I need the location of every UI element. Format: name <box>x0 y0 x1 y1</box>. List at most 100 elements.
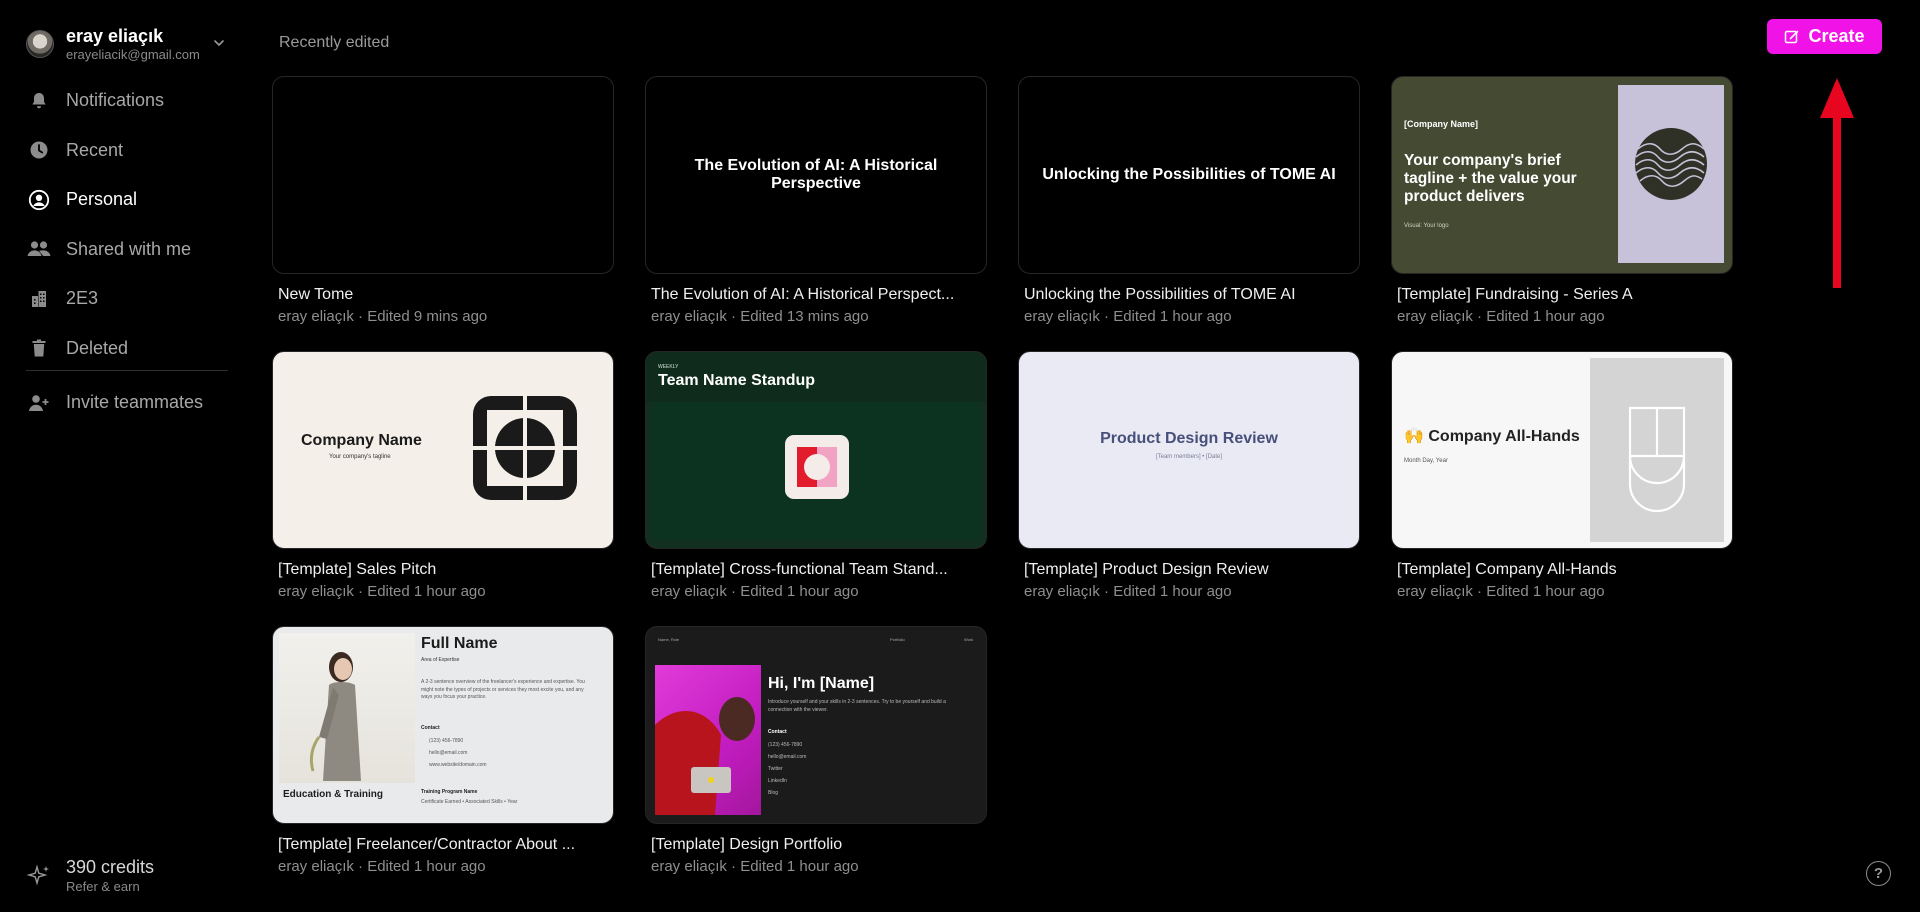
card-meta: eray eliaçık · Edited 1 hour ago <box>1397 583 1605 600</box>
thumb-nav: Name, Role <box>658 637 680 642</box>
card-thumbnail: The Evolution of AI: A Historical Perspe… <box>645 76 987 274</box>
thumb-heading: Team Name Standup <box>658 372 816 389</box>
card-thumbnail: Education & Training Full Name Area of E… <box>272 626 614 824</box>
card-thumbnail: Name, Role Portfolio Work Hi, I'm [Name]… <box>645 626 987 824</box>
card-title: The Evolution of AI: A Historical Perspe… <box>651 286 955 303</box>
refer-earn-link[interactable]: Refer & earn <box>66 880 154 893</box>
thumb-contact-line: Blog <box>768 790 779 796</box>
thumb-sub: Your company's tagline <box>329 454 391 460</box>
waves-logo-icon <box>1635 128 1707 200</box>
tome-card[interactable]: New Tome eray eliaçık · Edited 9 mins ag… <box>272 76 614 325</box>
trash-icon <box>26 335 52 361</box>
tome-card[interactable]: 🙌 Company All-Hands Month Day, Year [Tem… <box>1391 351 1733 600</box>
card-title: [Template] Fundraising - Series A <box>1397 286 1633 303</box>
thumb-heading: Hi, I'm [Name] <box>768 675 875 692</box>
card-meta: eray eliaçık · Edited 13 mins ago <box>651 308 869 325</box>
tome-card[interactable]: Company Name Your company's tagline [Tem… <box>272 351 614 600</box>
user-plus-icon <box>26 390 52 416</box>
thumb-training-sub: Certificate Earned • Associated Skills •… <box>421 799 518 805</box>
card-title: [Template] Design Portfolio <box>651 836 843 853</box>
card-meta: eray eliaçık · Edited 9 mins ago <box>278 308 488 325</box>
clock-icon <box>26 137 52 163</box>
card-thumbnail <box>272 76 614 274</box>
tome-card[interactable]: Education & Training Full Name Area of E… <box>272 626 614 875</box>
thumb-heading: Your company's brief tagline + the value… <box>1404 152 1577 205</box>
card-title: [Template] Company All-Hands <box>1397 561 1617 578</box>
thumb-intro: Introduce yourself and your skills in 2-… <box>768 699 946 713</box>
thumb-heading: Company Name <box>301 432 422 449</box>
question-icon: ? <box>1873 865 1884 882</box>
invite-teammates-button[interactable]: Invite teammates <box>26 378 226 428</box>
card-meta: eray eliaçık · Edited 1 hour ago <box>278 583 486 600</box>
sidebar-nav: Notifications Recent Personal Shared wit… <box>26 76 226 373</box>
thumb-contact: Contact <box>768 729 787 735</box>
tome-card[interactable]: Product Design Review [Team members] • [… <box>1018 351 1360 600</box>
thumb-paragraph: A 2-3 sentence overview of the freelance… <box>421 679 585 700</box>
card-title: [Template] Cross-functional Team Stand..… <box>651 561 948 578</box>
thumb-nav: Portfolio <box>890 637 905 642</box>
card-title: [Template] Freelancer/Contractor About .… <box>278 836 576 853</box>
card-title: [Template] Sales Pitch <box>278 561 437 578</box>
sidebar-item-shared[interactable]: Shared with me <box>26 225 226 275</box>
arch-logo-icon <box>1628 406 1686 513</box>
create-label: Create <box>1808 26 1865 46</box>
card-thumbnail: [Company Name] Your company's brief tagl… <box>1391 76 1733 274</box>
sidebar-item-personal[interactable]: Personal <box>26 175 226 225</box>
card-thumbnail: Unlocking the Possibilities of TOME AI <box>1018 76 1360 274</box>
users-icon <box>26 236 52 262</box>
card-meta: eray eliaçık · Edited 1 hour ago <box>1024 583 1232 600</box>
sidebar-item-recent[interactable]: Recent <box>26 126 226 176</box>
credits[interactable]: 390 credits Refer & earn <box>26 858 154 893</box>
thumb-contact-line: LinkedIn <box>768 778 787 784</box>
chevron-down-icon <box>214 40 224 47</box>
thumb-heading: Product Design Review <box>1100 430 1278 447</box>
card-title: Unlocking the Possibilities of TOME AI <box>1024 286 1296 303</box>
sparkle-icon <box>26 863 49 886</box>
annotation-arrow <box>1820 78 1854 288</box>
thumb-heading: 🙌 Company All-Hands <box>1404 428 1580 445</box>
sidebar-item-label: Deleted <box>66 337 129 358</box>
section-title: Recently edited <box>279 34 390 51</box>
sidebar-item-label: 2E3 <box>66 288 99 309</box>
thumb-area: Area of Expertise <box>421 657 460 663</box>
thumb-contact-line: (123) 456-7890 <box>429 738 464 744</box>
sidebar-item-deleted[interactable]: Deleted <box>26 324 226 374</box>
thumb-sub: Month Day, Year <box>1404 458 1448 464</box>
thumb-edu: Education & Training <box>283 789 384 800</box>
help-button[interactable]: ? <box>1866 861 1891 886</box>
account-switcher[interactable]: eray eliaçık erayeliacik@gmail.com <box>26 26 226 62</box>
card-title: New Tome <box>278 286 354 303</box>
tome-card[interactable]: [Company Name] Your company's brief tagl… <box>1391 76 1733 325</box>
tome-card[interactable]: WEEKLY Team Name Standup [Template] Cros… <box>645 351 987 600</box>
user-circle-icon <box>26 187 52 213</box>
thumb-training: Training Program Name <box>421 789 478 795</box>
sidebar-item-label: Shared with me <box>66 238 192 259</box>
bell-icon <box>26 88 52 114</box>
edit-icon <box>1785 30 1799 43</box>
tome-card[interactable]: Name, Role Portfolio Work Hi, I'm [Name]… <box>645 626 987 875</box>
thumb-nav: Work <box>964 637 974 642</box>
card-meta: eray eliaçık · Edited 1 hour ago <box>651 858 859 875</box>
tome-card[interactable]: The Evolution of AI: A Historical Perspe… <box>645 76 987 325</box>
card-thumbnail: Company Name Your company's tagline <box>272 351 614 549</box>
thumb-sub: [Team members] • [Date] <box>1155 454 1223 460</box>
thumb-contact-line: hello@email.com <box>429 750 468 756</box>
thumb-contact-line: (123) 456-7890 <box>768 742 803 748</box>
thumb-contact-line: hello@email.com <box>768 754 807 760</box>
invite-label: Invite teammates <box>66 392 204 413</box>
sidebar-item-2e3[interactable]: 2E3 <box>26 274 226 324</box>
card-meta: eray eliaçık · Edited 1 hour ago <box>278 858 486 875</box>
sidebar-item-notifications[interactable]: Notifications <box>26 76 226 126</box>
avatar <box>26 30 54 58</box>
portfolio-image <box>655 665 761 815</box>
portrait-image <box>279 633 415 783</box>
standup-logo-icon <box>785 435 849 499</box>
create-button[interactable]: Create <box>1767 19 1882 54</box>
company-logo-icon <box>473 396 577 500</box>
card-thumbnail: Product Design Review [Team members] • [… <box>1018 351 1360 549</box>
tome-card[interactable]: Unlocking the Possibilities of TOME AI U… <box>1018 76 1360 325</box>
card-meta: eray eliaçık · Edited 1 hour ago <box>1397 308 1605 325</box>
account-email: erayeliacik@gmail.com <box>66 47 200 62</box>
sidebar: eray eliaçık erayeliacik@gmail.com Notif… <box>0 0 240 912</box>
card-thumbnail: 🙌 Company All-Hands Month Day, Year <box>1391 351 1733 549</box>
